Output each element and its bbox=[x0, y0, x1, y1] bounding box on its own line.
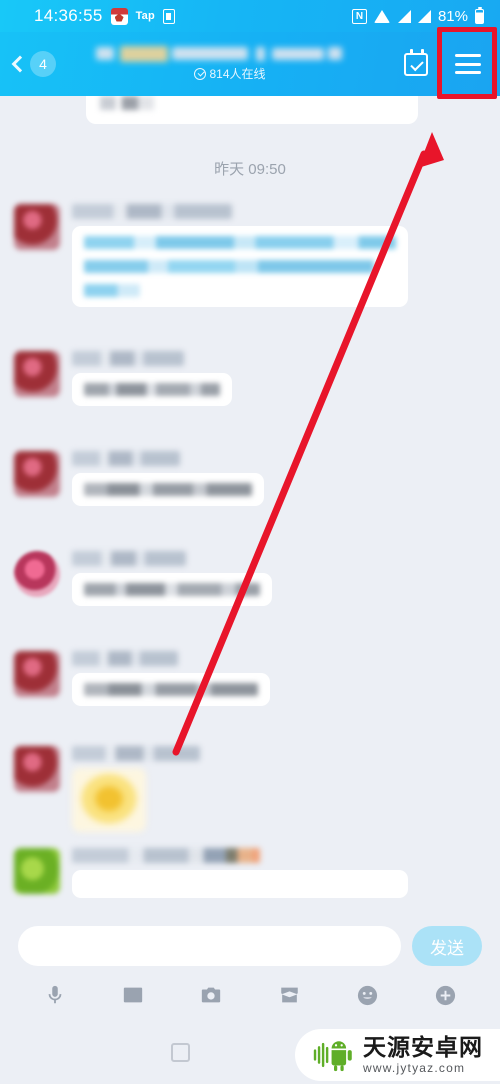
calendar-check-icon[interactable] bbox=[404, 48, 428, 76]
message-bubble[interactable] bbox=[72, 373, 232, 406]
plus-icon[interactable] bbox=[430, 980, 460, 1010]
check-circle-icon bbox=[194, 67, 207, 80]
camera-icon[interactable] bbox=[196, 980, 226, 1010]
online-count: 814人在线 bbox=[194, 65, 266, 82]
message-body bbox=[72, 848, 408, 898]
microphone-icon[interactable] bbox=[40, 980, 70, 1010]
message-body bbox=[72, 451, 264, 506]
phone-screen: 14:36:55 Tap N 81% 4 814人在线 昨天 09:50 发送 … bbox=[0, 0, 500, 1084]
gift-envelope-icon[interactable] bbox=[274, 980, 304, 1010]
message-text-redacted bbox=[84, 683, 258, 696]
message-body bbox=[72, 204, 408, 307]
message-text-redacted bbox=[100, 96, 154, 110]
message-item[interactable] bbox=[14, 204, 408, 307]
message-bubble[interactable] bbox=[72, 473, 264, 506]
avatar[interactable] bbox=[14, 551, 60, 597]
message-timestamp: 昨天 09:50 bbox=[214, 161, 286, 178]
online-count-label: 814人在线 bbox=[209, 67, 266, 81]
sender-name-redacted bbox=[72, 848, 260, 863]
sticker-image[interactable] bbox=[72, 768, 146, 832]
message-text-redacted bbox=[84, 284, 140, 297]
message-item[interactable] bbox=[14, 848, 408, 898]
battery-icon bbox=[475, 6, 484, 24]
message-item[interactable] bbox=[14, 351, 232, 406]
message-body bbox=[72, 351, 232, 406]
message-text-redacted bbox=[84, 583, 260, 596]
message-item[interactable] bbox=[14, 551, 272, 606]
image-icon[interactable] bbox=[118, 980, 148, 1010]
message-bubble[interactable] bbox=[72, 573, 272, 606]
message-bubble[interactable] bbox=[72, 226, 408, 307]
message-body bbox=[72, 746, 200, 832]
android-robot-icon bbox=[313, 1041, 352, 1072]
avatar[interactable] bbox=[14, 204, 60, 250]
message-bubble-partial[interactable] bbox=[86, 96, 418, 124]
watermark: 天源安卓网 www.jytyaz.com bbox=[295, 1029, 500, 1081]
avatar[interactable] bbox=[14, 451, 60, 497]
message-text-redacted bbox=[84, 383, 220, 396]
chevron-left-icon bbox=[11, 55, 29, 73]
wifi-icon bbox=[373, 9, 391, 23]
back-button[interactable]: 4 bbox=[0, 51, 56, 77]
send-button[interactable]: 发送 bbox=[412, 926, 482, 966]
status-time: 14:36:55 bbox=[34, 6, 103, 25]
chat-header: 4 814人在线 bbox=[0, 32, 500, 96]
message-text-redacted bbox=[84, 260, 374, 273]
app-icon bbox=[110, 7, 128, 25]
message-item[interactable] bbox=[14, 746, 200, 832]
message-item[interactable] bbox=[14, 651, 270, 706]
device-icon bbox=[162, 8, 175, 24]
input-row: 发送 bbox=[0, 921, 500, 971]
message-item[interactable] bbox=[14, 451, 264, 506]
emoji-smiley-icon[interactable] bbox=[352, 980, 382, 1010]
message-text-redacted bbox=[84, 483, 252, 496]
hamburger-menu-button[interactable] bbox=[444, 44, 492, 84]
watermark-url: www.jytyaz.com bbox=[363, 1061, 466, 1075]
status-bar-left: 14:36:55 Tap bbox=[10, 6, 175, 26]
avatar[interactable] bbox=[14, 848, 60, 894]
chat-title-redacted bbox=[90, 46, 370, 63]
header-actions bbox=[404, 44, 500, 84]
message-bubble[interactable] bbox=[72, 870, 408, 898]
watermark-text: 天源安卓网 www.jytyaz.com bbox=[363, 1034, 483, 1075]
message-body bbox=[72, 551, 272, 606]
tool-row bbox=[0, 971, 500, 1019]
avatar[interactable] bbox=[14, 746, 60, 792]
hamburger-menu-icon bbox=[455, 54, 481, 74]
sender-name-redacted bbox=[72, 351, 184, 366]
message-bubble[interactable] bbox=[72, 673, 270, 706]
nfc-icon: N bbox=[351, 8, 367, 24]
avatar[interactable] bbox=[14, 651, 60, 697]
battery-percent: 81% bbox=[437, 7, 468, 25]
sender-name-redacted bbox=[72, 651, 178, 666]
status-bar-right: N 81% bbox=[351, 6, 490, 25]
header-center: 814人在线 bbox=[56, 46, 404, 82]
status-bar: 14:36:55 Tap N 81% bbox=[0, 0, 500, 32]
signal-icon bbox=[417, 9, 431, 23]
square-icon[interactable] bbox=[171, 1042, 190, 1062]
watermark-site-name: 天源安卓网 bbox=[363, 1034, 483, 1060]
message-list[interactable]: 昨天 09:50 bbox=[0, 96, 500, 920]
tap-label: Tap bbox=[135, 10, 155, 22]
message-input[interactable] bbox=[18, 926, 401, 966]
sender-name-redacted bbox=[72, 551, 186, 566]
unread-badge: 4 bbox=[30, 51, 56, 77]
avatar[interactable] bbox=[14, 351, 60, 397]
input-bar: 发送 bbox=[0, 920, 500, 1020]
message-body bbox=[72, 651, 270, 706]
sender-name-redacted bbox=[72, 204, 232, 219]
sender-name-redacted bbox=[72, 746, 200, 761]
signal-icon bbox=[397, 9, 411, 23]
sender-name-redacted bbox=[72, 451, 180, 466]
message-text-redacted bbox=[84, 236, 396, 249]
